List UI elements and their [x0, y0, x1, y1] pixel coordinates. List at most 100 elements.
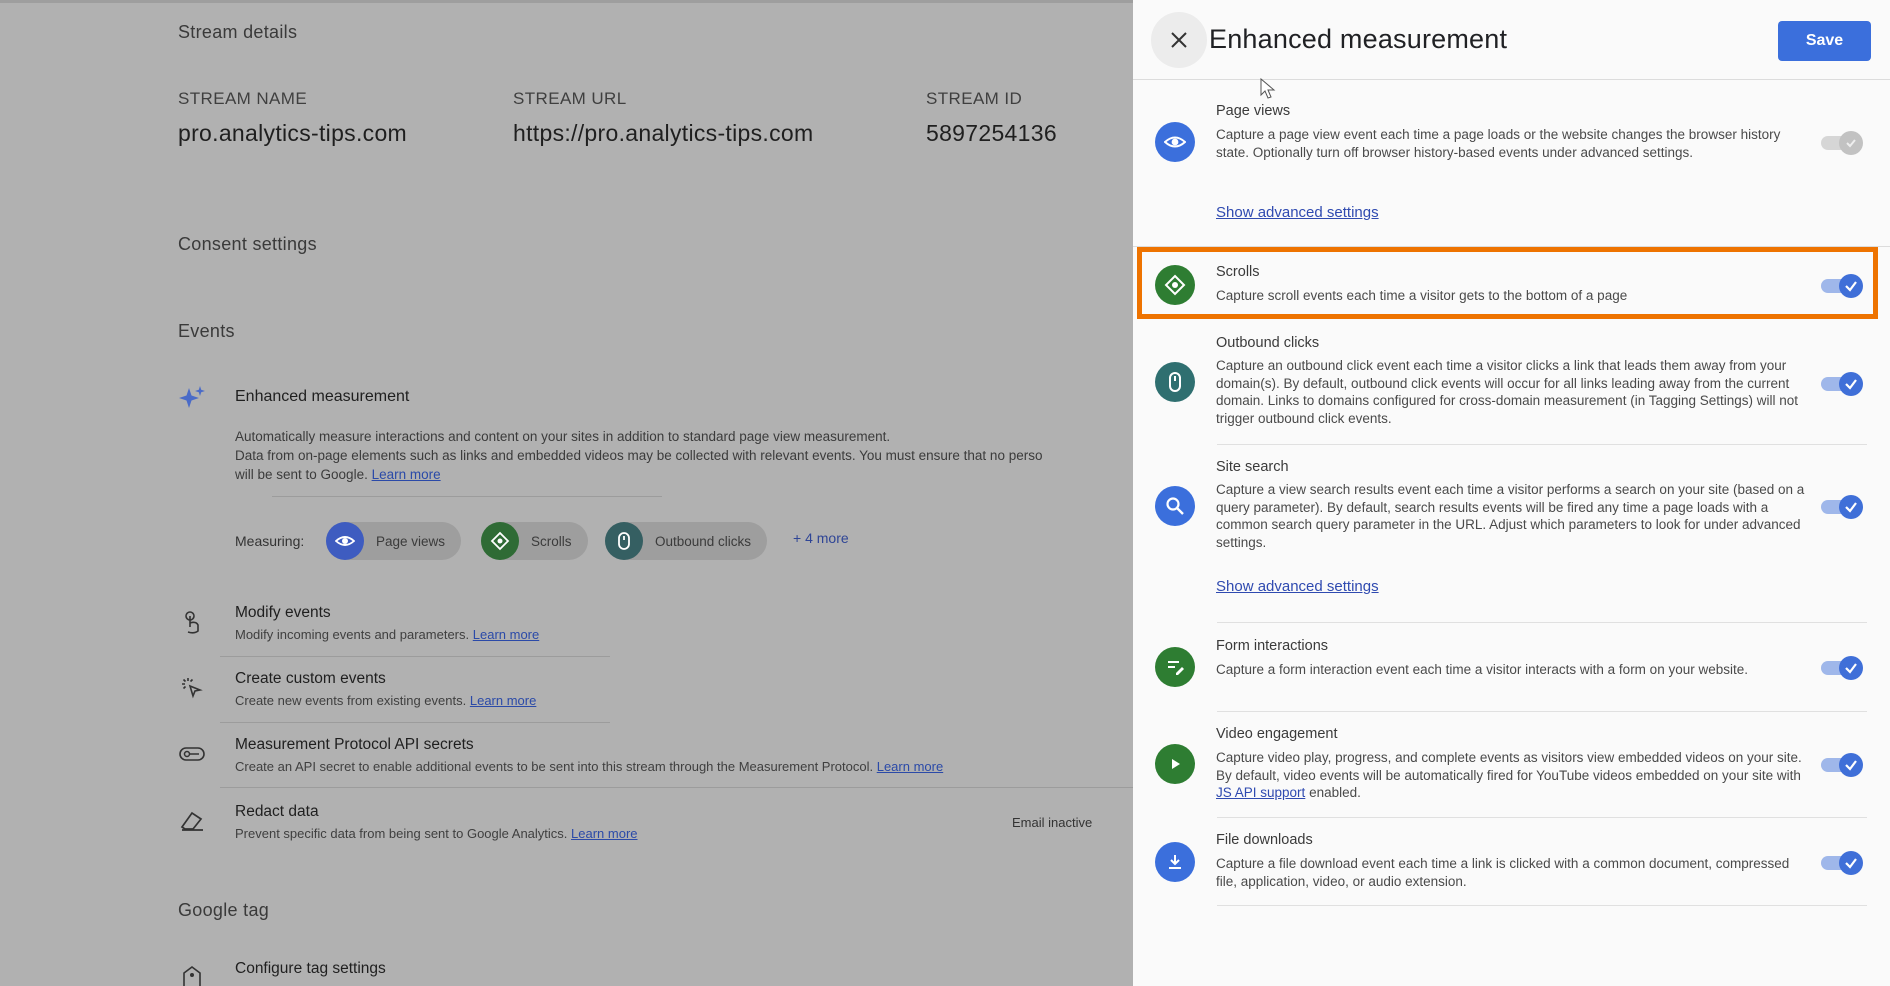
- scrolls-toggle[interactable]: [1821, 274, 1863, 298]
- save-button[interactable]: Save: [1778, 21, 1871, 61]
- video-engagement-desc-text: Capture video play, progress, and comple…: [1216, 750, 1802, 783]
- page-views-title: Page views: [1216, 103, 1291, 119]
- item-divider: [1217, 905, 1867, 906]
- more-measurements-link[interactable]: + 4 more: [793, 530, 849, 546]
- play-icon: [1155, 744, 1195, 784]
- check-icon: [1845, 379, 1857, 390]
- consent-settings-heading[interactable]: Consent settings: [178, 234, 317, 255]
- item-divider: [1217, 817, 1867, 818]
- events-heading: Events: [178, 321, 235, 341]
- check-icon: [1845, 502, 1857, 513]
- outbound-clicks-toggle[interactable]: [1821, 372, 1863, 396]
- divider: [220, 656, 610, 657]
- item-divider: [1217, 711, 1867, 712]
- file-downloads-description: Capture a file download event each time …: [1216, 856, 1790, 889]
- scrolls-description: Capture scroll events each time a visito…: [1216, 288, 1628, 303]
- toggle-knob: [1839, 495, 1863, 519]
- toggle-knob: [1839, 372, 1863, 396]
- toggle-knob: [1839, 753, 1863, 777]
- check-icon: [1845, 663, 1857, 674]
- create-custom-events-title[interactable]: Create custom events: [235, 670, 386, 688]
- redact-data-subtitle-text: Prevent specific data from being sent to…: [235, 826, 568, 841]
- stream-name-value: pro.analytics-tips.com: [178, 120, 408, 146]
- divider: [272, 496, 662, 497]
- toggle-knob: [1839, 656, 1863, 680]
- enhanced-measurement-title[interactable]: Enhanced measurement: [235, 388, 409, 406]
- outbound-clicks-title: Outbound clicks: [1216, 335, 1320, 351]
- modify-events-subtitle-text: Modify incoming events and parameters.: [235, 627, 470, 642]
- mouse-icon: [1155, 362, 1195, 402]
- check-icon: [1845, 281, 1857, 292]
- measurement-protocol-subtitle-text: Create an API secret to enable additiona…: [235, 759, 874, 774]
- video-engagement-title: Video engagement: [1216, 726, 1338, 742]
- check-icon: [1845, 760, 1857, 771]
- configure-tag-settings-title[interactable]: Configure tag settings: [235, 960, 386, 978]
- form-interactions-toggle[interactable]: [1821, 656, 1863, 680]
- file-downloads-title: File downloads: [1216, 832, 1313, 848]
- video-engagement-toggle[interactable]: [1821, 753, 1863, 777]
- stream-id-label: STREAM ID: [926, 89, 1023, 108]
- key-icon: [178, 740, 206, 768]
- show-advanced-settings-link[interactable]: Show advanced settings: [1216, 204, 1379, 221]
- chip-page-views: Page views: [326, 522, 462, 560]
- redact-data-subtitle: Prevent specific data from being sent to…: [235, 826, 638, 841]
- desc-line-3: will be sent to Google. Learn more: [235, 465, 1133, 484]
- stream-name-label: STREAM NAME: [178, 89, 308, 108]
- learn-more-link[interactable]: Learn more: [473, 627, 539, 642]
- site-search-toggle[interactable]: [1821, 495, 1863, 519]
- google-tag-heading: Google tag: [178, 900, 270, 920]
- measurement-protocol-title[interactable]: Measurement Protocol API secrets: [235, 736, 474, 754]
- modify-events-subtitle: Modify incoming events and parameters. L…: [235, 627, 539, 642]
- chip-outbound-clicks: Outbound clicks: [605, 522, 768, 560]
- toggle-knob: [1839, 131, 1863, 155]
- toggle-knob: [1839, 274, 1863, 298]
- file-downloads-toggle[interactable]: [1821, 851, 1863, 875]
- item-divider: [1217, 622, 1867, 623]
- scroll-icon: [481, 522, 519, 560]
- scroll-icon: [1155, 265, 1195, 305]
- video-engagement-desc-suffix: enabled.: [1309, 785, 1361, 800]
- form-icon: [1155, 647, 1195, 687]
- page-views-description: Capture a page view event each time a pa…: [1216, 127, 1781, 160]
- divider: [220, 722, 610, 723]
- page-views-toggle[interactable]: [1821, 131, 1863, 155]
- desc-line-2: Data from on-page elements such as links…: [235, 448, 1043, 463]
- enhanced-measurement-panel: Enhanced measurement Save Page views Cap…: [1133, 0, 1890, 986]
- download-icon: [1155, 842, 1195, 882]
- video-engagement-description: Capture video play, progress, and comple…: [1216, 749, 1806, 802]
- search-icon: [1155, 486, 1195, 526]
- site-search-description: Capture a view search results event each…: [1216, 482, 1805, 550]
- eye-icon: [326, 522, 364, 560]
- form-interactions-description: Capture a form interaction event each ti…: [1216, 662, 1748, 677]
- show-advanced-settings-link[interactable]: Show advanced settings: [1216, 578, 1379, 595]
- toggle-knob: [1839, 851, 1863, 875]
- stream-details-page: Stream details STREAM NAME pro.analytics…: [0, 0, 1133, 986]
- site-search-title: Site search: [1216, 459, 1289, 475]
- touch-icon: [178, 608, 206, 636]
- check-icon: [1845, 858, 1857, 869]
- learn-more-link[interactable]: Learn more: [571, 826, 637, 841]
- learn-more-link[interactable]: Learn more: [372, 467, 441, 482]
- outbound-clicks-description: Capture an outbound click event each tim…: [1216, 358, 1799, 426]
- redact-data-title[interactable]: Redact data: [235, 803, 319, 821]
- top-divider: [0, 0, 1133, 3]
- stream-details-heading: Stream details: [178, 22, 298, 42]
- item-divider: [1133, 246, 1890, 247]
- learn-more-link[interactable]: Learn more: [470, 693, 536, 708]
- header-divider: [1133, 79, 1890, 80]
- close-button[interactable]: [1151, 12, 1207, 68]
- modify-events-title[interactable]: Modify events: [235, 604, 331, 622]
- click-icon: [178, 674, 206, 702]
- chip-scrolls: Scrolls: [481, 522, 588, 560]
- close-icon: [1171, 32, 1187, 48]
- stream-url-value: https://pro.analytics-tips.com: [513, 120, 814, 146]
- create-custom-events-subtitle: Create new events from existing events. …: [235, 693, 536, 708]
- js-api-support-link[interactable]: JS API support: [1216, 785, 1305, 800]
- scrolls-title: Scrolls: [1216, 264, 1260, 280]
- learn-more-link[interactable]: Learn more: [877, 759, 943, 774]
- tag-icon: [178, 963, 206, 986]
- panel-title: Enhanced measurement: [1209, 24, 1508, 54]
- mouse-pointer-icon: [1260, 77, 1276, 105]
- stream-url-label: STREAM URL: [513, 89, 627, 108]
- stream-id-value: 5897254136: [926, 120, 1057, 146]
